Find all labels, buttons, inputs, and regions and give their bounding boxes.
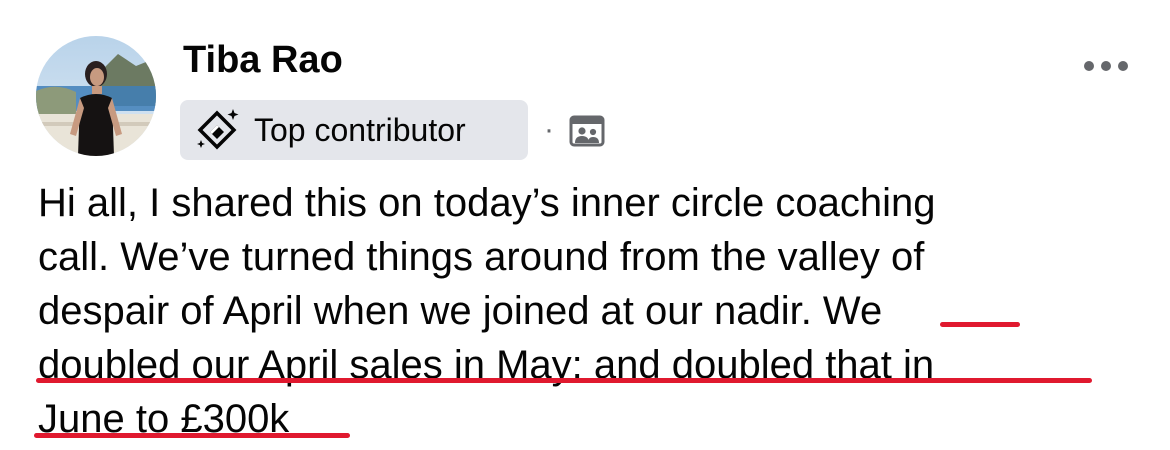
more-options-icon bbox=[1084, 61, 1128, 71]
author-avatar[interactable] bbox=[36, 36, 156, 156]
post-text-line: Hi all, I shared this on today’s inner c… bbox=[38, 181, 936, 225]
top-contributor-badge[interactable]: Top contributor bbox=[180, 100, 528, 160]
post-text-line: doubled our April sales in May: and doub… bbox=[38, 343, 935, 387]
post-body-text: Hi all, I shared this on today’s inner c… bbox=[38, 176, 1148, 446]
facebook-post: Tiba Rao Top contributor · Hi all, I sha… bbox=[0, 0, 1170, 450]
more-options-button[interactable] bbox=[1076, 46, 1136, 86]
badge-label: Top contributor bbox=[254, 112, 466, 148]
post-text-line: despair of April when we joined at our n… bbox=[38, 289, 883, 333]
red-underline-annotation bbox=[36, 378, 1092, 383]
group-members-icon[interactable] bbox=[569, 113, 605, 149]
red-underline-annotation bbox=[940, 322, 1020, 327]
top-contributor-diamond-icon bbox=[197, 109, 239, 150]
red-underline-annotation bbox=[34, 433, 350, 438]
meta-separator: · bbox=[544, 113, 554, 146]
author-name[interactable]: Tiba Rao bbox=[183, 36, 343, 84]
post-text-line: call. We’ve turned things around from th… bbox=[38, 235, 925, 279]
